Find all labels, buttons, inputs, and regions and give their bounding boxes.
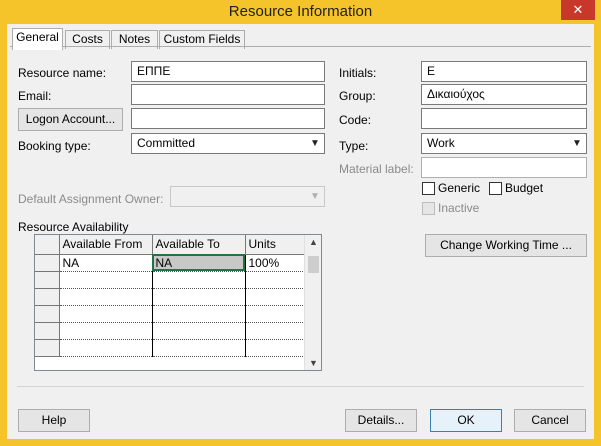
logon-account-button[interactable]: Logon Account... — [18, 108, 123, 131]
grid-cell[interactable] — [245, 339, 306, 357]
booking-type-select[interactable]: Committed ▼ — [131, 133, 325, 154]
column-header-units[interactable]: Units — [245, 235, 306, 255]
default-assignment-owner-label: Default Assignment Owner: — [18, 192, 164, 206]
close-button[interactable]: ✕ — [561, 0, 595, 20]
grid-cell[interactable]: 100% — [245, 254, 306, 272]
group-label: Group: — [339, 89, 376, 103]
inactive-checkbox — [422, 202, 435, 215]
group-input[interactable]: Δικαιούχος — [421, 84, 587, 105]
budget-label: Budget — [505, 181, 544, 195]
row-header[interactable] — [35, 339, 60, 357]
email-input[interactable] — [131, 84, 325, 105]
grid-cell[interactable] — [245, 288, 306, 306]
code-input[interactable] — [421, 108, 587, 129]
generic-checkbox[interactable] — [422, 182, 435, 195]
table-row — [35, 322, 306, 340]
email-label: Email: — [18, 89, 52, 103]
logon-account-input[interactable] — [131, 108, 325, 129]
dialog-client: General Costs Notes Custom Fields Resour… — [7, 24, 594, 439]
resource-information-window: Resource Information ✕ General Costs Not… — [0, 0, 601, 446]
row-header[interactable] — [35, 254, 60, 272]
chevron-down-icon[interactable]: ▼ — [305, 358, 321, 368]
grid-cell[interactable]: NA — [152, 254, 246, 272]
help-button[interactable]: Help — [18, 409, 90, 432]
chevron-down-icon: ▼ — [310, 191, 320, 202]
grid-cell[interactable] — [152, 288, 246, 306]
chevron-down-icon[interactable]: ▼ — [308, 134, 322, 153]
grid-cell[interactable] — [59, 288, 153, 306]
table-row — [35, 271, 306, 289]
booking-type-label: Booking type: — [18, 139, 91, 153]
grid-corner — [35, 235, 60, 255]
type-value: Work — [427, 136, 455, 150]
table-row: NA NA 100% — [35, 254, 306, 272]
table-row — [35, 288, 306, 306]
grid-cell[interactable] — [152, 271, 246, 289]
initials-label: Initials: — [339, 66, 377, 80]
grid-cell[interactable]: NA — [59, 254, 153, 272]
row-header[interactable] — [35, 288, 60, 306]
code-label: Code: — [339, 113, 372, 127]
row-header[interactable] — [35, 271, 60, 289]
type-select[interactable]: Work ▼ — [421, 133, 587, 154]
grid-cell[interactable] — [245, 305, 306, 323]
ok-button[interactable]: OK — [430, 409, 502, 432]
row-header[interactable] — [35, 322, 60, 340]
grid-vertical-scrollbar[interactable]: ▲ ▼ — [304, 235, 321, 370]
row-header[interactable] — [35, 305, 60, 323]
budget-checkbox[interactable] — [489, 182, 502, 195]
resource-name-input[interactable]: ΕΠΠΕ — [131, 61, 325, 82]
details-button[interactable]: Details... — [345, 409, 417, 432]
grid-cell[interactable] — [152, 322, 246, 340]
grid-cell[interactable] — [152, 339, 246, 357]
table-row — [35, 339, 306, 357]
cancel-button[interactable]: Cancel — [514, 409, 586, 432]
chevron-down-icon[interactable]: ▼ — [570, 134, 584, 153]
initials-input[interactable]: Ε — [421, 61, 587, 82]
grid-cell[interactable] — [59, 322, 153, 340]
chevron-up-icon[interactable]: ▲ — [305, 237, 321, 247]
scrollbar-thumb[interactable] — [308, 256, 319, 273]
grid-cell[interactable] — [245, 271, 306, 289]
resource-availability-label: Resource Availability — [18, 220, 129, 234]
grid-cell[interactable] — [59, 339, 153, 357]
column-header-available-from[interactable]: Available From — [59, 235, 153, 255]
change-working-time-button[interactable]: Change Working Time ... — [425, 234, 587, 257]
generic-label: Generic — [438, 181, 481, 195]
material-label-label: Material label: — [339, 162, 414, 176]
resource-name-label: Resource name: — [18, 66, 107, 80]
title-bar[interactable]: Resource Information ✕ — [0, 0, 601, 24]
default-assignment-owner-select: ▼ — [170, 186, 325, 207]
column-header-available-to[interactable]: Available To — [152, 235, 246, 255]
grid-cell[interactable] — [59, 305, 153, 323]
grid-cell[interactable] — [152, 305, 246, 323]
availability-grid[interactable]: Available From Available To Units NA NA … — [34, 234, 322, 371]
inactive-label: Inactive — [438, 201, 480, 215]
tab-general[interactable]: General — [12, 28, 63, 50]
window-title: Resource Information — [228, 3, 373, 20]
close-icon: ✕ — [572, 2, 584, 17]
type-label: Type: — [339, 139, 369, 153]
grid-cell[interactable] — [59, 271, 153, 289]
material-label-input — [421, 157, 587, 178]
grid-cell[interactable] — [245, 322, 306, 340]
table-row — [35, 305, 306, 323]
footer-divider — [17, 386, 584, 387]
booking-type-value: Committed — [137, 136, 196, 150]
